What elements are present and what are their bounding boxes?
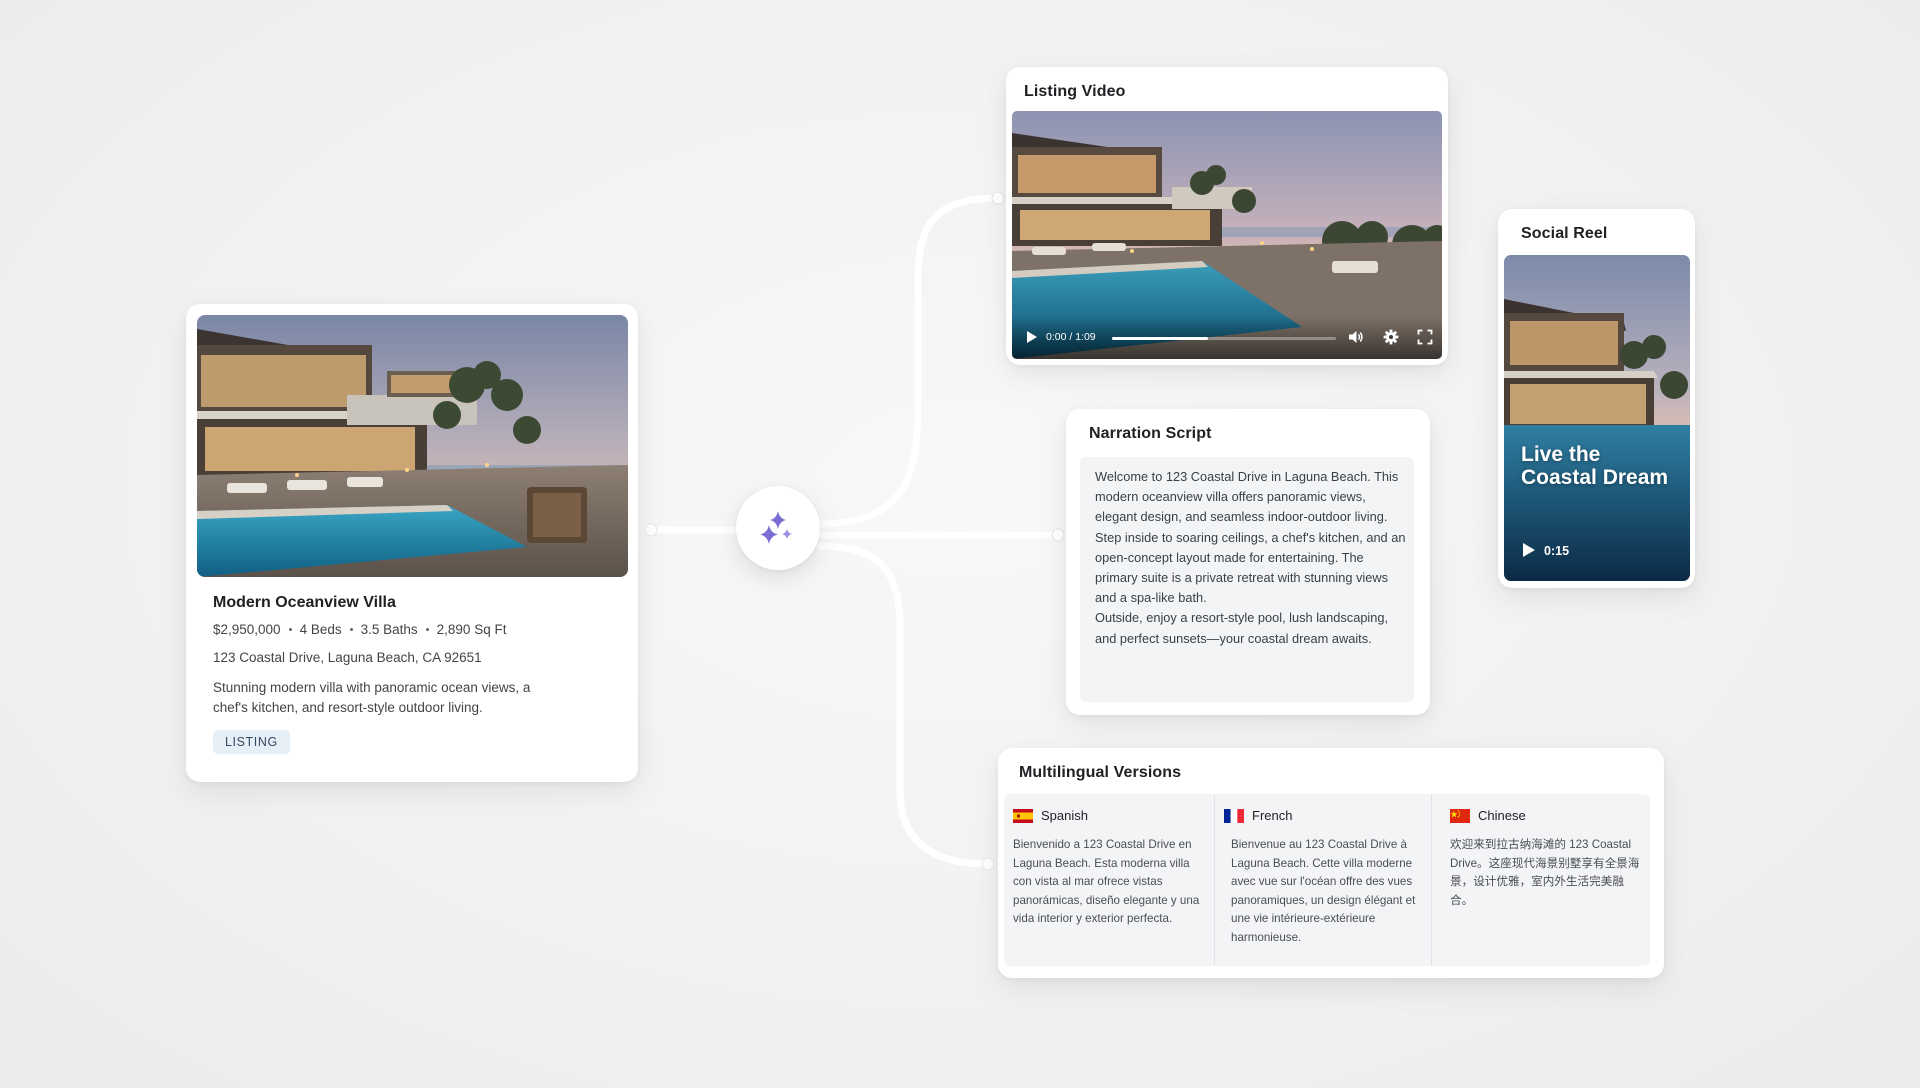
- play-icon[interactable]: [1026, 331, 1038, 343]
- language-name: French: [1252, 808, 1293, 823]
- listing-description: Stunning modern villa with panoramic oce…: [213, 680, 531, 715]
- social-reel-card[interactable]: Social Reel Live the Coastal Dream 0:15: [1498, 209, 1695, 588]
- listing-sqft: 2,890 Sq Ft: [436, 622, 507, 637]
- workflow-canvas: Modern Oceanview Villa $2,950,000 4 Beds…: [0, 0, 1920, 1088]
- reel-headline: Live the Coastal Dream: [1521, 443, 1669, 489]
- video-time-current: 0:00: [1046, 331, 1067, 343]
- language-text: 欢迎来到拉古纳海滩的 123 Coastal Drive。这座现代海景别墅享有全…: [1450, 838, 1640, 907]
- listing-specs: $2,950,000 4 Beds 3.5 Baths 2,890 Sq Ft: [213, 622, 506, 637]
- multilingual-versions-card[interactable]: Multilingual Versions Spanish Bienvenido…: [998, 748, 1664, 978]
- language-column-spanish[interactable]: Spanish Bienvenido a 123 Coastal Drive e…: [1004, 794, 1214, 966]
- fullscreen-icon[interactable]: [1417, 329, 1433, 345]
- video-progress-fill: [1112, 337, 1209, 340]
- video-time-separator: /: [1069, 331, 1073, 343]
- video-player[interactable]: 0:00 / 1:09: [1012, 111, 1442, 359]
- video-progress-track[interactable]: [1112, 337, 1336, 340]
- language-header: Chinese: [1450, 808, 1526, 823]
- es-flag-icon: [1013, 808, 1033, 823]
- language-text: Bienvenido a 123 Coastal Drive en Laguna…: [1013, 838, 1200, 925]
- language-name: Spanish: [1041, 808, 1088, 823]
- listing-badge: LISTING: [213, 730, 290, 754]
- separator-dot: [425, 628, 429, 631]
- listing-title: Modern Oceanview Villa: [213, 594, 396, 611]
- listing-beds: 4 Beds: [299, 622, 342, 637]
- play-icon[interactable]: [1522, 543, 1536, 557]
- reel-player[interactable]: Live the Coastal Dream 0:15: [1504, 255, 1690, 581]
- narration-script-card[interactable]: Narration Script Welcome to 123 Coastal …: [1066, 409, 1430, 715]
- narration-paragraph: Outside, enjoy a resort-style pool, lush…: [1095, 610, 1389, 646]
- video-time-total: 1:09: [1075, 331, 1096, 343]
- narration-text: Welcome to 123 Coastal Drive in Laguna B…: [1095, 467, 1407, 649]
- volume-icon[interactable]: [1348, 329, 1364, 345]
- narration-script-title: Narration Script: [1089, 425, 1212, 442]
- listing-baths: 3.5 Baths: [360, 622, 418, 637]
- fr-flag-icon: [1224, 808, 1244, 823]
- listing-card[interactable]: Modern Oceanview Villa $2,950,000 4 Beds…: [186, 304, 638, 782]
- multilingual-columns: Spanish Bienvenido a 123 Coastal Drive e…: [1004, 794, 1650, 966]
- gear-icon[interactable]: [1383, 329, 1399, 345]
- video-controls: 0:00 / 1:09: [1012, 315, 1442, 359]
- language-column-chinese[interactable]: Chinese 欢迎来到拉古纳海滩的 123 Coastal Drive。这座现…: [1431, 794, 1651, 966]
- sparkles-icon: [760, 511, 792, 544]
- reel-duration: 0:15: [1544, 544, 1570, 558]
- narration-paragraph: Welcome to 123 Coastal Drive in Laguna B…: [1095, 469, 1399, 525]
- cn-flag-icon: [1450, 808, 1470, 823]
- listing-video-title: Listing Video: [1024, 83, 1126, 100]
- language-name: Chinese: [1478, 808, 1526, 823]
- listing-address: 123 Coastal Drive, Laguna Beach, CA 9265…: [213, 650, 482, 665]
- language-text: Bienvenue au 123 Coastal Drive à Laguna …: [1231, 838, 1416, 944]
- social-reel-title: Social Reel: [1521, 225, 1608, 242]
- video-time: 0:00 / 1:09: [1046, 331, 1096, 343]
- ai-generate-hub[interactable]: [736, 486, 820, 570]
- listing-photo: [197, 315, 628, 577]
- separator-dot: [288, 628, 292, 631]
- language-header: Spanish: [1013, 808, 1088, 823]
- narration-paragraph: Step inside to soaring ceilings, a chef'…: [1095, 529, 1406, 606]
- listing-price: $2,950,000: [213, 622, 281, 637]
- multilingual-versions-title: Multilingual Versions: [1019, 764, 1182, 781]
- separator-dot: [349, 628, 353, 631]
- language-column-french[interactable]: French Bienvenue au 123 Coastal Drive à …: [1214, 794, 1432, 966]
- narration-script-body: Welcome to 123 Coastal Drive in Laguna B…: [1080, 457, 1414, 702]
- language-header: French: [1224, 808, 1292, 823]
- listing-video-card[interactable]: Listing Video 0:00 / 1:09: [1006, 67, 1448, 365]
